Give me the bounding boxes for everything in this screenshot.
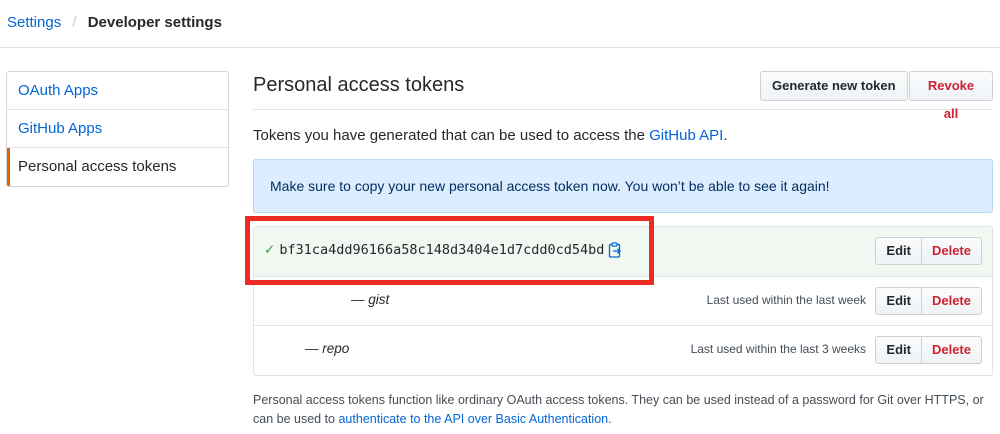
edit-button[interactable]: Edit xyxy=(875,237,922,265)
token-row-repo: — repo Last used within the last 3 weeks… xyxy=(254,326,992,375)
basic-auth-link[interactable]: authenticate to the API over Basic Authe… xyxy=(338,412,608,426)
token-row-new: ✓ bf31ca4dd96166a58c148d3404e1d7cdd0cd54b… xyxy=(245,216,992,285)
token-actions: Edit Delete xyxy=(875,336,982,364)
intro-text: Tokens you have generated that can be us… xyxy=(253,127,993,144)
footnote: Personal access tokens function like ord… xyxy=(253,391,1000,429)
settings-sidebar: OAuth Apps GitHub Apps Personal access t… xyxy=(6,71,229,187)
generate-new-token-button[interactable]: Generate new token xyxy=(760,71,908,101)
github-api-link[interactable]: GitHub API xyxy=(649,127,723,144)
revoke-all-button[interactable]: Revoke all xyxy=(909,71,993,121)
token-list: ✓ bf31ca4dd96166a58c148d3404e1d7cdd0cd54b… xyxy=(245,216,993,376)
sidebar-item-oauth-apps[interactable]: OAuth Apps xyxy=(7,72,228,110)
last-used-repo: Last used within the last 3 weeks xyxy=(690,342,866,356)
clipboard-icon[interactable] xyxy=(608,242,622,258)
token-actions: Edit Delete xyxy=(875,287,982,315)
check-icon: ✓ xyxy=(264,242,276,258)
breadcrumb: Settings / Developer settings xyxy=(0,0,1000,48)
token-row-gist: — gist Last used within the last week Ed… xyxy=(254,277,992,326)
main-content: Personal access tokens Generate new toke… xyxy=(245,60,993,429)
page-title: Personal access tokens xyxy=(253,74,465,96)
subhead: Personal access tokens Generate new toke… xyxy=(253,60,993,121)
token-actions: Edit Delete xyxy=(875,237,982,265)
intro-prefix: Tokens you have generated that can be us… xyxy=(253,127,650,144)
intro-suffix: . xyxy=(723,127,728,144)
footnote-end: . xyxy=(608,412,612,426)
last-used-gist: Last used within the last week xyxy=(706,293,866,307)
new-token-value: ✓ bf31ca4dd96166a58c148d3404e1d7cdd0cd54b… xyxy=(264,242,622,258)
breadcrumb-settings-link[interactable]: Settings xyxy=(7,14,61,31)
token-scope-gist: — gist xyxy=(351,292,390,307)
sidebar-item-github-apps[interactable]: GitHub Apps xyxy=(7,110,228,148)
token-scope-repo: — repo xyxy=(305,341,350,356)
edit-button[interactable]: Edit xyxy=(875,287,922,315)
delete-button[interactable]: Delete xyxy=(921,237,982,265)
delete-button[interactable]: Delete xyxy=(921,287,982,315)
edit-button[interactable]: Edit xyxy=(875,336,922,364)
token-string[interactable]: bf31ca4dd96166a58c148d3404e1d7cdd0cd54bd xyxy=(279,242,604,258)
breadcrumb-separator: / xyxy=(72,14,77,31)
breadcrumb-current: Developer settings xyxy=(87,14,222,31)
copy-token-flash: Make sure to copy your new personal acce… xyxy=(253,159,993,213)
sidebar-item-personal-access-tokens[interactable]: Personal access tokens xyxy=(7,148,228,186)
delete-button[interactable]: Delete xyxy=(921,336,982,364)
